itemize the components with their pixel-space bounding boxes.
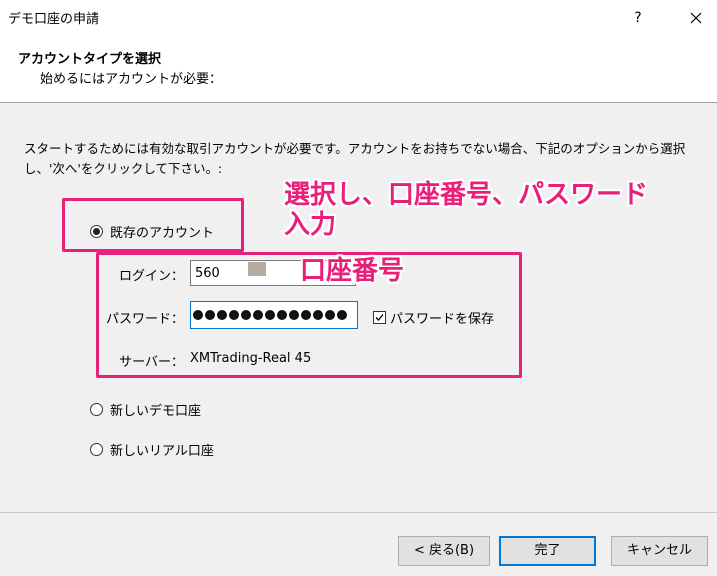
radio-new-real[interactable]: 新しいリアル口座 xyxy=(90,440,214,459)
title-bar xyxy=(0,0,717,36)
password-mask-dot xyxy=(217,310,227,320)
server-label: サーバー： xyxy=(119,355,184,370)
password-mask-dot xyxy=(241,310,251,320)
password-mask-dot xyxy=(205,310,215,320)
wizard-header: アカウントタイプを選択 始めるにはアカウントが必要： xyxy=(0,36,717,103)
back-button[interactable]: < 戻る(B) xyxy=(398,536,490,566)
password-mask-dot xyxy=(277,310,287,320)
close-button[interactable] xyxy=(682,6,710,30)
help-button[interactable]: ? xyxy=(624,6,652,30)
radio-unselected-icon xyxy=(90,403,103,416)
password-mask-dot xyxy=(337,310,347,320)
annotation-account-number: 口座番号 xyxy=(300,256,405,286)
password-mask-dot xyxy=(265,310,275,320)
header-subtitle: 始めるにはアカウントが必要： xyxy=(40,72,223,87)
radio-selected-icon xyxy=(90,225,103,238)
window-title: デモ口座の申請 xyxy=(8,12,100,27)
annotation-select-text: 選択し、口座番号、パスワード 入力 xyxy=(284,180,649,240)
description-text: スタートするためには有効な取引アカウントが必要です。アカウントをお持ちでない場合… xyxy=(24,141,686,176)
cancel-button[interactable]: キャンセル xyxy=(611,536,708,566)
radio-unselected-icon xyxy=(90,443,103,456)
finish-button[interactable]: 完了 xyxy=(499,536,596,566)
password-mask-dot xyxy=(325,310,335,320)
login-redaction-block xyxy=(248,262,266,276)
password-mask-dot xyxy=(301,310,311,320)
save-password-label: パスワードを保存 xyxy=(390,312,495,327)
radio-existing-account[interactable]: 既存のアカウント xyxy=(90,222,214,241)
login-label: ログイン： xyxy=(118,269,184,284)
footer-divider xyxy=(0,512,717,513)
radio-new-demo-label: 新しいデモ口座 xyxy=(110,404,202,419)
password-label: パスワード： xyxy=(105,312,184,327)
password-mask-dot xyxy=(229,310,239,320)
radio-new-demo[interactable]: 新しいデモ口座 xyxy=(90,400,201,419)
password-mask-dot xyxy=(193,310,203,320)
server-value: XMTrading-Real 45 xyxy=(190,351,312,366)
save-password-checkbox[interactable]: パスワードを保存 xyxy=(373,308,494,327)
radio-existing-label: 既存のアカウント xyxy=(110,226,215,241)
close-icon xyxy=(690,12,702,24)
header-title: アカウントタイプを選択 xyxy=(18,52,162,67)
password-mask-dot xyxy=(289,310,299,320)
password-input[interactable] xyxy=(190,301,358,329)
password-mask-dot xyxy=(253,310,263,320)
checkbox-checked-icon xyxy=(373,311,386,324)
password-mask-dot xyxy=(313,310,323,320)
radio-new-real-label: 新しいリアル口座 xyxy=(110,444,214,459)
